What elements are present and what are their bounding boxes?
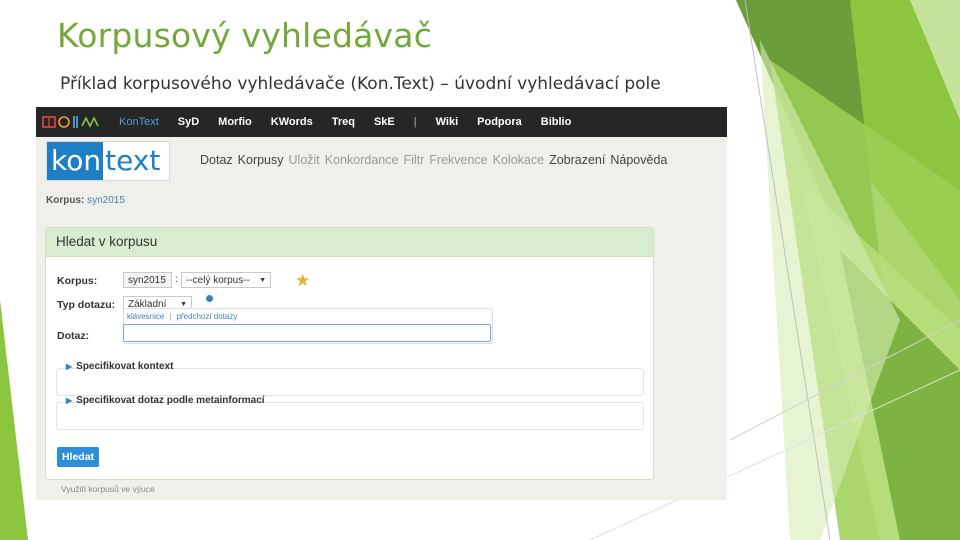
current-corpus-value[interactable]: syn2015 <box>87 195 125 206</box>
corpus-select[interactable]: syn2015 <box>123 272 172 288</box>
expand-triangle-icon: ▶ <box>66 362 73 371</box>
keyboard-link[interactable]: klávesnice <box>127 312 164 321</box>
current-corpus-info: Korpus: syn2015 <box>46 195 125 206</box>
slide-subtitle: Příklad korpusového vyhledávače (Kon.Tex… <box>60 74 661 94</box>
hint-separator: | <box>169 312 172 321</box>
topnav-wiki[interactable]: Wiki <box>436 116 459 128</box>
chevron-down-icon: ▼ <box>259 277 266 284</box>
topnav-kwords[interactable]: KWords <box>271 116 313 128</box>
ucnk-logo-icon <box>42 116 99 128</box>
search-panel-title: Hledat v korpusu <box>46 228 653 257</box>
topnav-morfio[interactable]: Morfio <box>218 116 252 128</box>
query-label: Dotaz: <box>57 330 90 342</box>
topnav-ske[interactable]: SkE <box>374 116 395 128</box>
menu-korpusy[interactable]: Korpusy <box>238 153 284 167</box>
current-corpus-label: Korpus: <box>46 195 85 206</box>
query-hints: klávesnice | předchozí dotazy <box>127 312 237 321</box>
topnav-kontext[interactable]: KonText <box>119 116 159 128</box>
menu-filtr[interactable]: Filtr <box>403 153 424 167</box>
corpus-field-label: Korpus: <box>57 275 98 287</box>
logo-part-kon: kon <box>47 142 104 180</box>
corpus-colon: : <box>175 273 178 285</box>
menu-ulozit[interactable]: Uložit <box>289 153 320 167</box>
menu-kolokace[interactable]: Kolokace <box>493 153 544 167</box>
menu-zobrazeni[interactable]: Zobrazení <box>549 153 605 167</box>
top-navigation-bar: KonText SyD Morfio KWords Treq SkE | Wik… <box>36 107 727 137</box>
topnav-separator: | <box>413 116 417 128</box>
subcorpus-select-value: --celý korpus-- <box>186 275 250 286</box>
favorite-star-icon[interactable]: ★ <box>295 271 310 291</box>
footer-caption: Využití korpusů ve výuce <box>61 484 155 494</box>
query-type-label: Typ dotazu: <box>57 299 116 311</box>
query-input[interactable] <box>123 324 491 342</box>
logo-part-text: text <box>105 144 161 177</box>
top-nav-menu: KonText SyD Morfio KWords Treq SkE | Wik… <box>119 107 590 137</box>
corpus-select-value: syn2015 <box>128 275 166 286</box>
subcorpus-select[interactable]: --celý korpus-- ▼ <box>181 272 271 288</box>
metainfo-section-header[interactable]: ▶ Specifikovat dotaz podle metainformací <box>66 395 265 406</box>
context-section-header[interactable]: ▶ Specifikovat kontext <box>66 361 173 372</box>
slide-title: Korpusový vyhledávač <box>57 16 433 55</box>
context-section[interactable]: ▶ Specifikovat kontext <box>56 361 644 396</box>
history-link[interactable]: předchozí dotazy <box>176 312 237 321</box>
topnav-biblio[interactable]: Biblio <box>541 116 572 128</box>
menu-dotaz[interactable]: Dotaz <box>200 153 233 167</box>
kontext-screenshot: KonText SyD Morfio KWords Treq SkE | Wik… <box>36 107 727 500</box>
kontext-logo[interactable]: kon text <box>46 141 170 181</box>
menu-frekvence[interactable]: Frekvence <box>429 153 487 167</box>
metainfo-section-label: Specifikovat dotaz podle metainformací <box>76 395 265 406</box>
search-button[interactable]: Hledat <box>57 447 99 467</box>
context-section-label: Specifikovat kontext <box>76 361 174 372</box>
expand-triangle-icon: ▶ <box>66 396 73 405</box>
query-box: klávesnice | předchozí dotazy <box>123 308 493 344</box>
main-menu: Dotaz Korpusy Uložit Konkordance Filtr F… <box>200 153 672 167</box>
search-panel: Hledat v korpusu Korpus: syn2015 : --cel… <box>45 227 654 480</box>
help-icon[interactable] <box>206 295 213 302</box>
menu-konkordance[interactable]: Konkordance <box>325 153 399 167</box>
menu-napoveda[interactable]: Nápověda <box>610 153 667 167</box>
topnav-treq[interactable]: Treq <box>332 116 355 128</box>
topnav-syd[interactable]: SyD <box>178 116 199 128</box>
metainfo-section[interactable]: ▶ Specifikovat dotaz podle metainformací <box>56 395 644 430</box>
topnav-podpora[interactable]: Podpora <box>477 116 522 128</box>
